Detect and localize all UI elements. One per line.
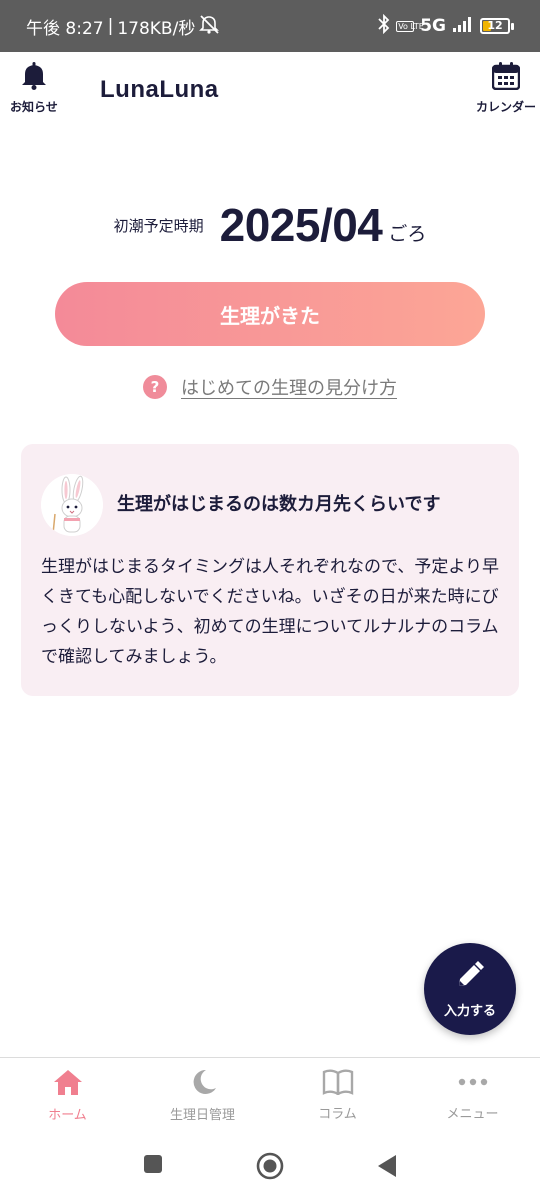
question-icon: ? xyxy=(143,375,167,399)
fab-label: 入力する xyxy=(443,1003,496,1019)
calendar-label: カレンダー xyxy=(475,100,536,114)
home-icon xyxy=(53,1068,83,1100)
status-left: 午後 8:27 | 178KB/秒 xyxy=(26,14,221,39)
bluetooth-icon xyxy=(378,13,390,39)
back-button[interactable] xyxy=(376,1153,398,1183)
nav-item-column[interactable]: コラム xyxy=(270,1058,405,1130)
battery-level: 12 xyxy=(487,19,503,32)
volte-badge: Vo LTE xyxy=(396,20,424,32)
signal-icon xyxy=(452,16,474,37)
help-link[interactable]: ? はじめての生理の見分け方 xyxy=(0,374,540,400)
nav-label-column: コラム xyxy=(318,1106,357,1122)
input-fab-button[interactable]: 入力する xyxy=(424,943,516,1035)
info-card-body: 生理がはじまるタイミングは人それぞれなので、予定より早くきても心配しないでくださ… xyxy=(41,557,499,667)
mute-icon xyxy=(199,14,221,39)
status-divider: | xyxy=(107,16,114,36)
bell-icon xyxy=(21,62,47,94)
rabbit-character-icon xyxy=(41,474,103,536)
status-right: Vo LTE 5G 12 xyxy=(378,13,514,39)
help-link-text[interactable]: はじめての生理の見分け方 xyxy=(181,374,397,400)
recent-apps-button[interactable] xyxy=(143,1154,163,1178)
moon-icon xyxy=(189,1068,217,1100)
nav-item-period-management[interactable]: 生理日管理 xyxy=(135,1058,270,1130)
period-started-button[interactable]: 生理がきた xyxy=(55,282,485,346)
notice-button[interactable]: お知らせ xyxy=(10,62,58,115)
home-system-button[interactable] xyxy=(256,1152,284,1184)
book-icon xyxy=(322,1069,354,1099)
battery-icon: 12 xyxy=(480,18,514,34)
info-card-title: 生理がはじまるのは数カ月先くらいです xyxy=(117,494,441,515)
prediction-label: 初潮予定時期 xyxy=(113,217,204,235)
calendar-button[interactable]: カレンダー xyxy=(476,62,536,115)
network-type: 5G xyxy=(420,16,446,36)
pencil-icon xyxy=(455,960,485,994)
prediction-suffix: ごろ xyxy=(388,223,427,245)
app-logo: LunaLuna xyxy=(100,76,219,103)
notice-label: お知らせ xyxy=(10,100,58,114)
bottom-nav: ホーム 生理日管理 コラム メニュー xyxy=(0,1057,540,1130)
nav-label-period-management: 生理日管理 xyxy=(169,1107,235,1123)
network-speed: 178KB/秒 xyxy=(117,18,196,39)
more-icon xyxy=(457,1069,489,1099)
nav-item-home[interactable]: ホーム xyxy=(0,1058,135,1130)
first-period-prediction: 初潮予定時期 2025/04 ごろ xyxy=(0,192,540,252)
prediction-date: 2025/04 xyxy=(219,199,383,251)
status-bar: 午後 8:27 | 178KB/秒 Vo LTE 5G 12 xyxy=(0,0,540,52)
status-time: 午後 8:27 xyxy=(26,18,104,39)
app-header: お知らせ LunaLuna カレンダー xyxy=(0,52,540,118)
nav-label-menu: メニュー xyxy=(446,1106,499,1122)
nav-item-menu[interactable]: メニュー xyxy=(405,1058,540,1130)
system-navigation-bar xyxy=(0,1130,540,1200)
info-card: 生理がはじまるのは数カ月先くらいです 生理がはじまるタイミングは人それぞれなので… xyxy=(21,444,519,696)
nav-label-home: ホーム xyxy=(48,1107,87,1123)
calendar-icon xyxy=(491,62,521,94)
